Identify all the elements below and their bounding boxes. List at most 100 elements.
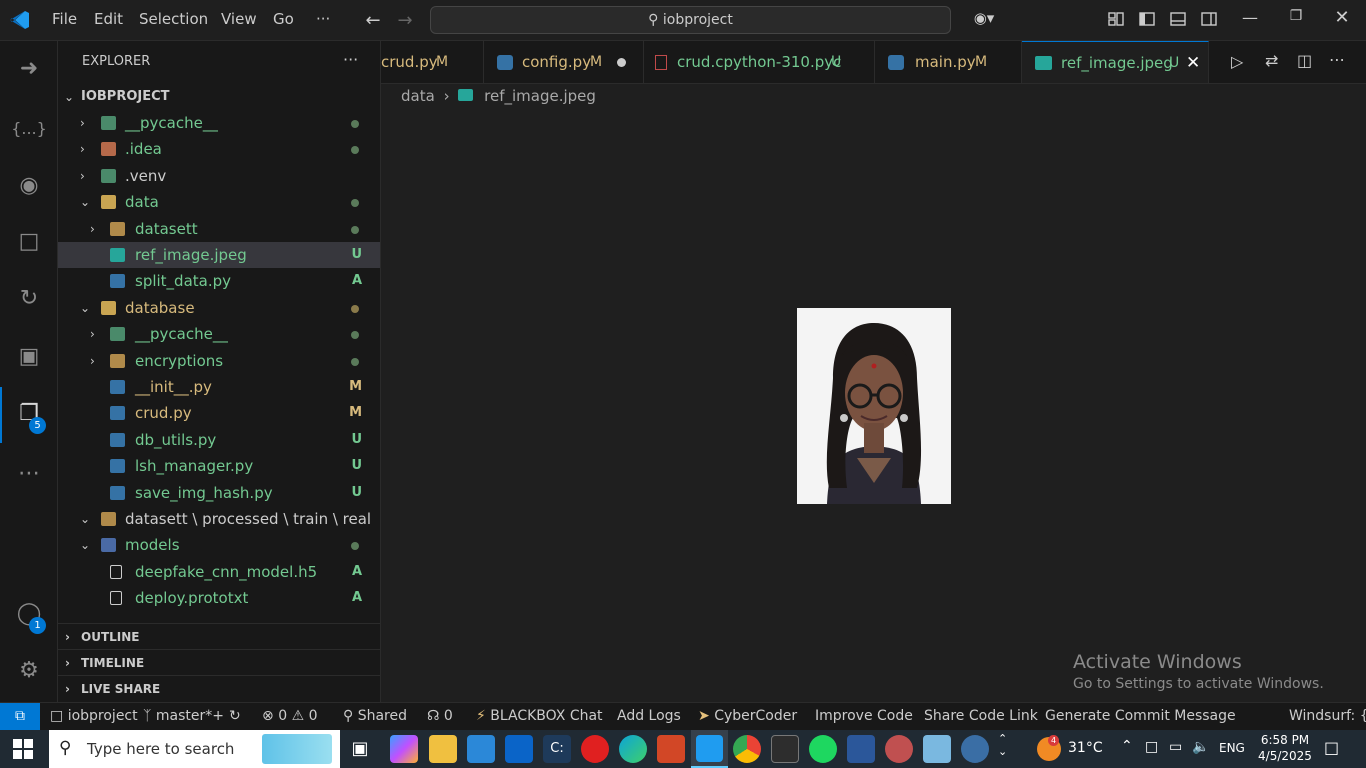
word-icon[interactable] xyxy=(847,735,875,763)
copilot-icon[interactable]: ◉▾ xyxy=(966,9,1002,27)
lightning-icon[interactable]: ➜ xyxy=(11,51,47,87)
tree-item[interactable]: ⌄ data xyxy=(58,189,380,215)
breadcrumb-file[interactable]: ref_image.jpeg xyxy=(484,87,596,105)
paint-icon[interactable] xyxy=(885,735,913,763)
status-problems[interactable]: ⊗ 0 ⚠ 0 xyxy=(262,703,318,730)
volume-icon[interactable]: 🔈 xyxy=(1192,739,1209,755)
input-language[interactable]: ENG xyxy=(1219,741,1245,755)
menu-more[interactable]: ··· xyxy=(316,10,330,28)
tree-item[interactable]: crud.py M xyxy=(58,400,380,426)
tab-ref-image-active[interactable]: ref_image.jpeg U ✕ xyxy=(1022,41,1209,83)
tree-item[interactable]: save_img_hash.py U xyxy=(58,480,380,506)
tree-item[interactable]: › .idea xyxy=(58,136,380,162)
tree-item[interactable]: › datasett xyxy=(58,216,380,242)
tab-crud-pyc[interactable]: crud.cpython-310.pyc U xyxy=(644,41,875,83)
status-branch[interactable]: ᛉ master*+ xyxy=(143,703,224,730)
github-icon[interactable]: ◉ xyxy=(11,168,47,204)
chat-icon[interactable]: □ xyxy=(11,224,47,260)
more-views-icon[interactable]: ⋯ xyxy=(11,456,47,492)
tree-item[interactable]: › __pycache__ xyxy=(58,110,380,136)
battery-icon[interactable]: ▭ xyxy=(1169,739,1182,755)
section-live-share[interactable]: › LIVE SHARE xyxy=(58,675,380,701)
compare-changes-icon[interactable]: ⇄ xyxy=(1265,51,1278,70)
tree-item[interactable]: › .venv xyxy=(58,163,380,189)
tree-item[interactable]: › encryptions xyxy=(58,348,380,374)
chrome-icon[interactable] xyxy=(733,735,761,763)
terminal-app-icon[interactable]: C: xyxy=(543,735,571,763)
status-share-code-link[interactable]: Share Code Link xyxy=(924,703,1038,730)
tree-item[interactable]: db_utils.py U xyxy=(58,427,380,453)
json-braces-icon[interactable]: {...} xyxy=(11,111,47,147)
tab-crud[interactable]: crud.py M xyxy=(381,41,484,83)
command-center-search[interactable]: ⚲ iobproject xyxy=(430,6,951,34)
status-add-logs[interactable]: Add Logs xyxy=(617,703,681,730)
tab-config[interactable]: config.py M xyxy=(484,41,644,83)
record-app-icon[interactable] xyxy=(581,735,609,763)
store-icon[interactable] xyxy=(467,735,495,763)
docker-icon[interactable]: ▣ xyxy=(11,339,47,375)
tree-item[interactable]: ⌄ datasett \ processed \ train \ real xyxy=(58,506,380,532)
spotify-icon[interactable] xyxy=(809,735,837,763)
toggle-secondary-sidebar-icon[interactable] xyxy=(1199,10,1219,32)
status-ports[interactable]: ☊ 0 xyxy=(427,703,453,730)
split-editor-icon[interactable]: ◫ xyxy=(1297,51,1312,70)
status-generate-commit[interactable]: Generate Commit Message xyxy=(1045,703,1236,730)
restore-icon[interactable]: ❐ xyxy=(1286,8,1306,24)
more-actions-icon[interactable]: ⋯ xyxy=(1329,50,1345,69)
menu-file[interactable]: File xyxy=(52,10,77,28)
settings-gear-icon[interactable]: ⚙ xyxy=(11,653,47,689)
outlook-icon[interactable] xyxy=(505,735,533,763)
postgres-icon[interactable] xyxy=(961,735,989,763)
powerpoint-icon[interactable] xyxy=(657,735,685,763)
explorer-more-icon[interactable]: ··· xyxy=(343,50,358,69)
weather-temp[interactable]: 31°C xyxy=(1068,740,1103,756)
section-timeline[interactable]: › TIMELINE xyxy=(58,649,380,675)
run-icon[interactable]: ▷ xyxy=(1231,52,1243,71)
tree-item[interactable]: split_data.py A xyxy=(58,268,380,294)
tree-item[interactable]: deploy.prototxt A xyxy=(58,585,380,611)
status-blackbox[interactable]: ⚡ BLACKBOX Chat xyxy=(476,703,603,730)
sync-icon[interactable]: ↻ xyxy=(229,703,241,730)
section-outline[interactable]: › OUTLINE xyxy=(58,623,380,649)
task-view-icon[interactable]: ▣ xyxy=(346,735,374,763)
remote-indicator-icon[interactable]: ⧉ xyxy=(0,703,40,730)
tree-item[interactable]: deepfake_cnn_model.h5 A xyxy=(58,559,380,585)
tree-item[interactable]: ⌄ models xyxy=(58,532,380,558)
status-project[interactable]: □ iobproject xyxy=(50,703,138,730)
breadcrumb-folder[interactable]: data xyxy=(401,87,435,105)
tab-main[interactable]: main.py M xyxy=(875,41,1022,83)
minimize-icon[interactable]: — xyxy=(1240,8,1260,27)
tree-item-selected[interactable]: ref_image.jpeg U xyxy=(58,242,380,268)
tray-chevron-icon[interactable]: ⌃ xyxy=(1121,738,1133,754)
windows-start-icon[interactable] xyxy=(13,739,33,763)
status-windsurf[interactable]: Windsurf: {... xyxy=(1289,703,1366,730)
menu-go[interactable]: Go xyxy=(273,10,294,28)
terminal-icon[interactable] xyxy=(771,735,799,763)
menu-view[interactable]: View xyxy=(221,10,257,28)
tree-item[interactable]: › __pycache__ xyxy=(58,321,380,347)
copilot-app-icon[interactable] xyxy=(390,735,418,763)
menu-selection[interactable]: Selection xyxy=(139,10,208,28)
back-arrow-icon[interactable]: ← xyxy=(362,10,384,31)
clock[interactable]: 6:58 PM 4/5/2025 xyxy=(1256,732,1314,764)
overflow-chevron-icon[interactable]: ⌃ ⌄ xyxy=(998,732,1007,758)
tree-item[interactable]: ⌄ database xyxy=(58,295,380,321)
status-shared[interactable]: ⚲ Shared xyxy=(343,703,407,730)
file-explorer-icon[interactable] xyxy=(429,735,457,763)
vscode-taskbar-active[interactable] xyxy=(691,730,728,768)
close-window-icon[interactable]: ✕ xyxy=(1332,7,1352,28)
status-cybercoder[interactable]: ➤ CyberCoder xyxy=(698,703,797,730)
toggle-sidebar-icon[interactable] xyxy=(1137,10,1157,32)
toggle-panel-icon[interactable] xyxy=(1168,10,1188,32)
taskbar-search-box[interactable]: ⚲ Type here to search xyxy=(49,730,340,768)
root-folder[interactable]: ⌄ IOBPROJECT xyxy=(58,84,380,110)
notes-app-icon[interactable] xyxy=(923,735,951,763)
notification-icon[interactable]: □ xyxy=(1324,738,1339,757)
status-improve-code[interactable]: Improve Code xyxy=(815,703,913,730)
menu-edit[interactable]: Edit xyxy=(94,10,123,28)
unsaved-dot-icon[interactable] xyxy=(617,58,626,67)
remote-explorer-icon[interactable]: ↻ xyxy=(11,281,47,317)
tree-item[interactable]: lsh_manager.py U xyxy=(58,453,380,479)
customize-layout-icon[interactable] xyxy=(1106,10,1126,32)
tray-meet-icon[interactable]: □ xyxy=(1145,739,1158,755)
